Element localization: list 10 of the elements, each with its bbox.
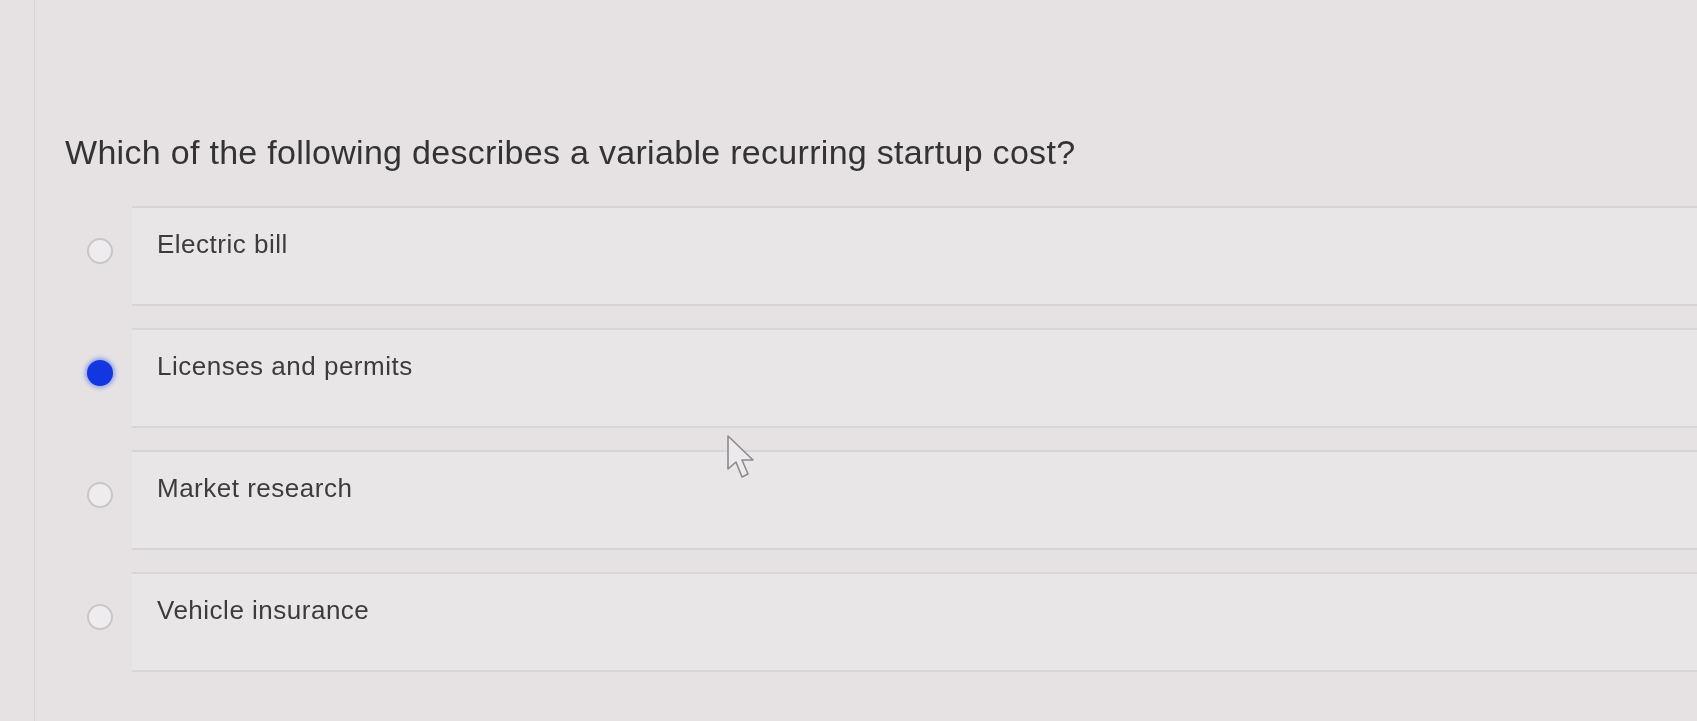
radio-button[interactable] xyxy=(87,238,113,264)
radio-button[interactable] xyxy=(87,482,113,508)
answer-option[interactable]: Vehicle insurance xyxy=(132,572,1697,672)
question-text: Which of the following describes a variable recurring startup cost? xyxy=(65,132,1076,172)
answer-option[interactable]: Market research xyxy=(132,450,1697,550)
answer-option[interactable]: Licenses and permits xyxy=(132,328,1697,428)
radio-button[interactable] xyxy=(87,360,113,386)
answer-option[interactable]: Electric bill xyxy=(132,206,1697,306)
mouse-pointer-icon xyxy=(727,435,755,479)
radio-button[interactable] xyxy=(87,604,113,630)
